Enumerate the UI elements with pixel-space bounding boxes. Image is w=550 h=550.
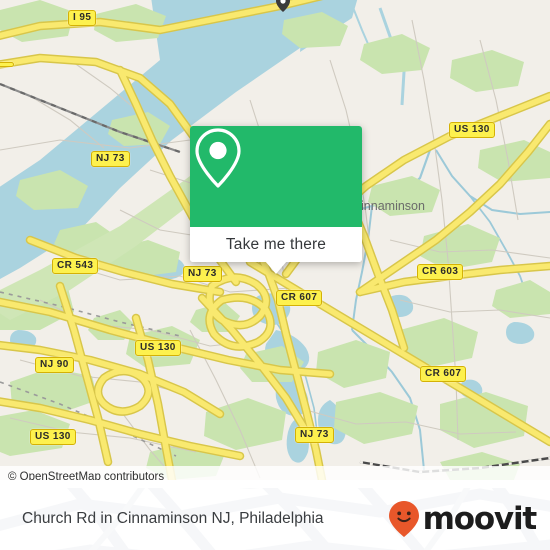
secondary-map-pin-icon[interactable]	[276, 0, 290, 12]
road-shield-us-130-sw[interactable]: US 130	[30, 429, 76, 445]
callout-body: Take me there	[190, 126, 362, 262]
road-shield-nj-90[interactable]: NJ 90	[35, 357, 74, 373]
road-shield-cr-607-s[interactable]: CR 607	[420, 366, 467, 382]
road-shield-cr-543[interactable]: CR 543	[52, 258, 99, 274]
road-shield-nj-73-s[interactable]: NJ 73	[295, 427, 334, 443]
road-shield-i-95[interactable]: I 95	[68, 10, 97, 26]
map-canvas[interactable]: Cinnaminson I 95 NJ 73 US 130 CR 543 NJ …	[0, 0, 550, 480]
page-title: Church Rd in Cinnaminson NJ, Philadelphi…	[22, 510, 324, 527]
road-shield-cr-607-n[interactable]: CR 607	[276, 290, 323, 306]
road-shield-nj-73-n[interactable]: NJ 73	[91, 151, 130, 167]
place-label-cinnaminson: Cinnaminson	[352, 199, 425, 213]
footer-bar: Church Rd in Cinnaminson NJ, Philadelphi…	[0, 488, 550, 550]
destination-callout-card[interactable]: Take me there	[190, 126, 362, 274]
osm-attribution-text[interactable]: © OpenStreetMap contributors	[0, 471, 164, 480]
map-pin-icon	[195, 128, 241, 188]
map-attribution-bar: © OpenStreetMap contributors	[0, 466, 550, 480]
road-shield-edge-clipped[interactable]	[0, 62, 14, 67]
take-me-there-label: Take me there	[225, 235, 327, 253]
road-shield-us-130-c[interactable]: US 130	[135, 340, 181, 356]
callout-pointer-tail	[265, 261, 287, 274]
road-shield-us-130-ne[interactable]: US 130	[449, 122, 495, 138]
road-shield-nj-73-mid[interactable]: NJ 73	[183, 266, 222, 282]
callout-pin-panel	[190, 126, 362, 227]
moovit-smiley-pin-icon	[388, 501, 419, 537]
road-shield-cr-603[interactable]: CR 603	[417, 264, 464, 280]
take-me-there-button[interactable]: Take me there	[190, 227, 362, 262]
moovit-logo[interactable]: moovit	[387, 499, 538, 539]
moovit-wordmark: moovit	[422, 500, 538, 537]
moovit-map-screen: Cinnaminson I 95 NJ 73 US 130 CR 543 NJ …	[0, 0, 550, 550]
